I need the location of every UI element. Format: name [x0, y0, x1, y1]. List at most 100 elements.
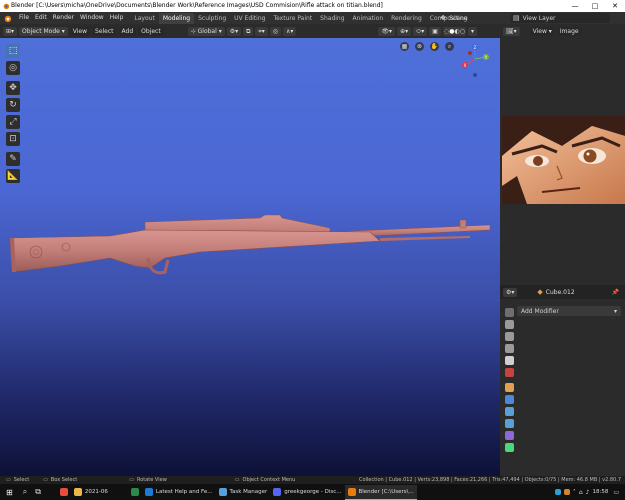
- taskbar-app-task-manager[interactable]: Task Manager: [216, 485, 271, 499]
- tab-layout[interactable]: Layout: [130, 13, 158, 24]
- scene-label: Scene: [449, 14, 468, 22]
- render-tab-icon[interactable]: [505, 320, 514, 329]
- tab-modeling[interactable]: Modeling: [158, 12, 195, 24]
- orientation-label: Global: [197, 27, 217, 35]
- measure-tool-icon[interactable]: 📐: [6, 169, 20, 183]
- rifle-model[interactable]: [0, 208, 500, 308]
- menu-help[interactable]: Help: [107, 13, 127, 23]
- task-view-icon[interactable]: ⧉: [35, 487, 41, 497]
- view-layer-selector[interactable]: ▤ View Layer: [510, 13, 610, 23]
- view-layer-tab-icon[interactable]: [505, 344, 514, 353]
- physics-tab-icon[interactable]: [505, 419, 514, 428]
- window-title-bar: Blender [C:\Users\micha\OneDrive\Documen…: [0, 0, 625, 12]
- blender-menu-icon[interactable]: [3, 14, 12, 23]
- volume-icon[interactable]: ♪: [586, 489, 590, 496]
- snap-settings-icon[interactable]: ⌗▾: [255, 26, 268, 36]
- overlay-toggle-icon[interactable]: ⬭▾: [413, 26, 428, 36]
- modifier-tab-icon[interactable]: [505, 395, 514, 404]
- tab-shading[interactable]: Shading: [316, 13, 348, 24]
- menu-window[interactable]: Window: [77, 13, 107, 23]
- shading-modes[interactable]: ◌●◐○: [442, 26, 466, 36]
- rendered-shading-icon[interactable]: ○: [460, 28, 465, 35]
- windows-start-icon[interactable]: ⊞: [6, 488, 13, 497]
- 3d-viewport[interactable]: ⬚ ◎ ✥ ↻ ⤢ ⊡ ✎ 📐 ▦ ⊗ ✋ ⌕ Z Y X: [0, 38, 500, 476]
- minimize-button[interactable]: —: [565, 0, 585, 12]
- shading-options-icon[interactable]: ▾: [467, 26, 477, 36]
- mode-dropdown[interactable]: Object Mode ▾: [19, 26, 68, 36]
- menu-render[interactable]: Render: [50, 13, 77, 23]
- camera-view-icon[interactable]: ⊗: [415, 42, 424, 51]
- editor-type-button[interactable]: ⊞▾: [3, 26, 18, 36]
- taskbar-app-label: Blender [C:\Users\...: [358, 488, 414, 495]
- taskbar-app-blender[interactable]: Blender [C:\Users\...: [344, 484, 417, 500]
- tab-sculpting[interactable]: Sculpting: [194, 13, 230, 24]
- add-modifier-dropdown[interactable]: Add Modifier ▾: [517, 306, 621, 316]
- select-box-tool-icon[interactable]: ⬚: [6, 44, 20, 58]
- output-tab-icon[interactable]: [505, 332, 514, 341]
- object-menu[interactable]: Object: [138, 26, 164, 36]
- view-menu[interactable]: View: [69, 26, 91, 36]
- grid-icon[interactable]: ▦: [400, 42, 409, 51]
- mouse-right-icon: ▭: [234, 477, 240, 483]
- network-icon[interactable]: ⌂: [579, 489, 583, 496]
- world-tab-icon[interactable]: [505, 368, 514, 377]
- viewport-visibility-icon[interactable]: 👁▾: [378, 26, 396, 36]
- scale-tool-icon[interactable]: ⤢: [6, 115, 20, 129]
- menu-file[interactable]: File: [16, 13, 32, 23]
- chevron-up-icon[interactable]: ˄: [573, 489, 576, 496]
- zoom-icon[interactable]: ⌕: [445, 42, 454, 51]
- notification-icon[interactable]: ▭: [613, 489, 619, 496]
- data-tab-icon[interactable]: [505, 443, 514, 452]
- snap-icon[interactable]: ⧉: [243, 26, 254, 36]
- neg-x-axis-icon[interactable]: [468, 51, 472, 55]
- image-view-menu[interactable]: View ▾: [529, 26, 555, 36]
- close-button[interactable]: ✕: [605, 0, 625, 12]
- tool-tab-icon[interactable]: [505, 308, 514, 317]
- move-tool-icon[interactable]: ✥: [6, 81, 20, 95]
- pinned-app-icon[interactable]: [59, 488, 68, 496]
- xray-icon[interactable]: ▣: [429, 26, 441, 36]
- add-menu[interactable]: Add: [118, 26, 137, 36]
- tray-app-icon[interactable]: [563, 489, 570, 495]
- scene-selector[interactable]: ❖ Scene: [440, 13, 468, 23]
- gizmo-toggle-icon[interactable]: ⊕▾: [397, 26, 412, 36]
- object-tab-icon[interactable]: [505, 383, 514, 392]
- maximize-button[interactable]: □: [585, 0, 605, 12]
- pivot-icon[interactable]: ⚙▾: [226, 26, 242, 36]
- reference-image[interactable]: [502, 116, 625, 204]
- discord-icon: [273, 488, 282, 496]
- orientation-dropdown[interactable]: ⊹ Global ▾: [187, 26, 225, 36]
- cursor-tool-icon[interactable]: ◎: [6, 61, 20, 75]
- view-layer-label: View Layer: [522, 14, 556, 22]
- tab-animation[interactable]: Animation: [349, 13, 388, 24]
- menu-edit[interactable]: Edit: [32, 13, 50, 23]
- image-editor-type-icon[interactable]: 🖼▾: [503, 26, 520, 36]
- falloff-icon[interactable]: ∧▾: [283, 26, 297, 36]
- taskbar-app-help[interactable]: Latest Help and Fe...: [142, 485, 216, 499]
- image-menu[interactable]: Image: [556, 26, 582, 36]
- particles-tab-icon[interactable]: [505, 407, 514, 416]
- proportional-edit-icon[interactable]: ◎: [269, 26, 282, 36]
- tray-app-icon[interactable]: [554, 489, 561, 495]
- tab-uv-editing[interactable]: UV Editing: [230, 13, 269, 24]
- pan-hand-icon[interactable]: ✋: [430, 42, 439, 51]
- neg-z-axis-icon[interactable]: [473, 73, 477, 77]
- taskbar-app-label: greekgeorge - Disc...: [284, 489, 342, 495]
- taskbar-app-discord[interactable]: greekgeorge - Disc...: [270, 485, 344, 499]
- taskbar-app-2021-06[interactable]: 2021-06: [71, 485, 111, 499]
- edge-icon[interactable]: [130, 488, 139, 496]
- pin-icon[interactable]: 📌: [612, 289, 619, 296]
- axis-gizmo[interactable]: Z Y X: [460, 41, 490, 81]
- explorer-icon[interactable]: [49, 488, 57, 496]
- constraints-tab-icon[interactable]: [505, 431, 514, 440]
- clock[interactable]: 18:58: [592, 489, 608, 495]
- tab-rendering[interactable]: Rendering: [387, 13, 426, 24]
- annotate-tool-icon[interactable]: ✎: [6, 152, 20, 166]
- properties-editor-type-icon[interactable]: ⚙▾: [503, 287, 518, 297]
- transform-tool-icon[interactable]: ⊡: [6, 132, 20, 146]
- select-menu[interactable]: Select: [92, 26, 117, 36]
- scene-tab-icon[interactable]: [505, 356, 514, 365]
- search-icon[interactable]: ⌕: [23, 487, 27, 497]
- rotate-tool-icon[interactable]: ↻: [6, 98, 20, 112]
- tab-texture-paint[interactable]: Texture Paint: [269, 13, 316, 24]
